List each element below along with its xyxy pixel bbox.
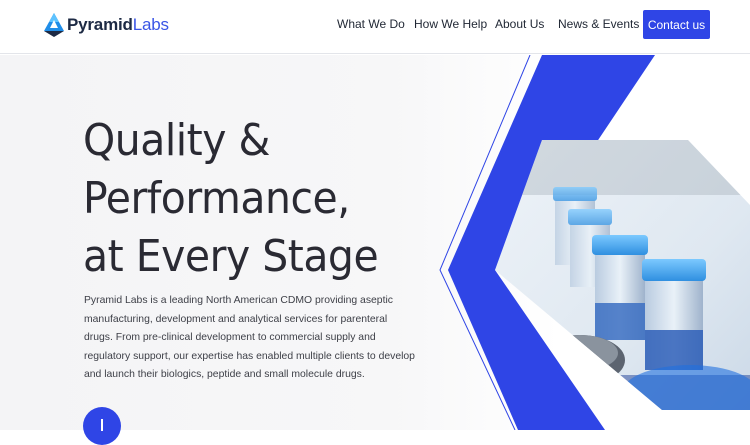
nav-how-we-help[interactable]: How We Help [414,17,487,31]
hero-description: Pyramid Labs is a leading North American… [84,295,415,381]
brand-logo[interactable]: PyramidLabs [43,11,169,39]
scroll-down-button[interactable] [83,407,121,445]
contact-us-button[interactable]: Contact us [643,10,710,39]
nav-about-us[interactable]: About Us [495,17,544,31]
nav-what-we-do[interactable]: What We Do [337,17,405,31]
hero-image-hexagon [439,55,750,430]
site-header: PyramidLabs What We Do How We Help About… [0,0,750,54]
brand-name: PyramidLabs [67,15,169,34]
pyramid-logo-icon [44,13,64,37]
headline-line-2: Performance, [83,173,350,224]
nav-news-events[interactable]: News & Events [558,17,639,31]
headline-line-3: at Every Stage [83,231,379,282]
headline-line-1: Quality & [83,115,270,166]
hero-headline: Quality & Performance, at Every Stage [83,112,443,286]
